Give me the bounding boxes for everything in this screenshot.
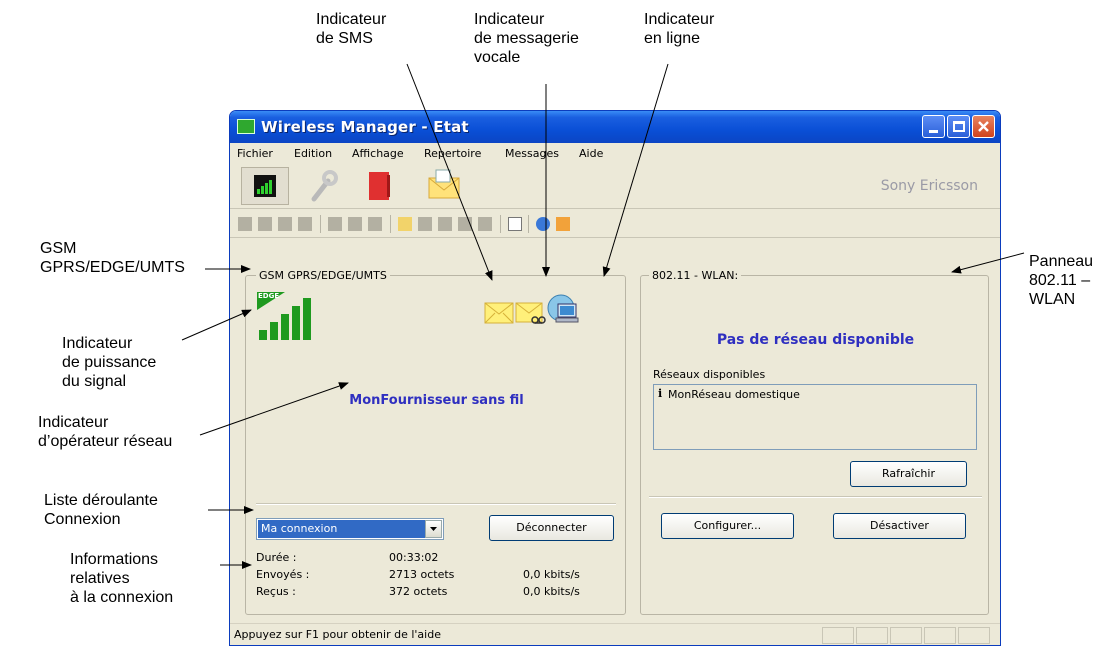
status-cell [924, 627, 956, 644]
phonebook-button[interactable] [362, 169, 396, 203]
status-cell [856, 627, 888, 644]
new-message-icon[interactable] [398, 217, 412, 231]
app-icon [237, 119, 255, 134]
cut-icon[interactable] [238, 217, 252, 231]
menu-aide[interactable]: Aide [579, 147, 603, 160]
available-networks-list[interactable]: i MonRéseau domestique [653, 384, 977, 450]
received-value: 372 octets [389, 585, 448, 598]
wrench-icon [311, 170, 338, 202]
close-icon [978, 121, 989, 132]
window-title: Wireless Manager - Etat [261, 118, 469, 136]
configure-button[interactable]: Configurer... [661, 513, 794, 539]
gsm-panel-title: GSM GPRS/EDGE/UMTS [256, 269, 390, 282]
duration-label: Durée : [256, 551, 297, 564]
paste-icon[interactable] [278, 217, 292, 231]
available-networks-label: Réseaux disponibles [653, 368, 766, 381]
toolbar-separator [528, 215, 529, 233]
reply-icon[interactable] [478, 217, 492, 231]
duration-value: 00:33:02 [389, 551, 439, 564]
minimize-button[interactable] [922, 115, 945, 138]
contact-edit-icon[interactable] [368, 217, 382, 231]
sent-rate: 0,0 kbits/s [523, 568, 580, 581]
status-cell [890, 627, 922, 644]
menu-bar: Fichier Edition Affichage Repertoire Mes… [230, 143, 1000, 163]
wlan-divider [649, 496, 982, 498]
maximize-button[interactable] [947, 115, 970, 138]
main-toolbar: Sony Ericsson [230, 163, 1000, 209]
info-icon: i [658, 387, 663, 400]
callout-operator-indicator: Indicateur d’opérateur réseau [38, 414, 173, 450]
title-bar[interactable]: Wireless Manager - Etat [230, 111, 1000, 143]
disconnect-button[interactable]: Déconnecter [489, 515, 614, 541]
signal-bar [259, 330, 267, 340]
dropdown-arrow-button[interactable] [425, 520, 442, 538]
connection-selected-value: Ma connexion [258, 520, 425, 538]
status-bar: Appuyez sur F1 pour obtenir de l'aide [230, 623, 1000, 645]
brand-logo: Sony Ericsson [880, 178, 978, 194]
sent-value: 2713 octets [389, 568, 455, 581]
sms-envelope-icon [484, 302, 514, 324]
outbox-icon[interactable] [438, 217, 452, 231]
operator-name: MonFournisseur sans fil [349, 393, 524, 408]
voicemail-icon [515, 302, 546, 324]
address-book-icon [369, 172, 390, 200]
callout-connection-info: Informations relatives à la connexion [70, 551, 174, 606]
menu-fichier[interactable]: Fichier [237, 147, 273, 160]
toolbar-separator [500, 215, 501, 233]
callout-sms-indicator: Indicateur de SMS [316, 11, 387, 47]
menu-repertoire[interactable]: Repertoire [424, 147, 481, 160]
menu-messages[interactable]: Messages [505, 147, 559, 160]
new-contact-icon[interactable] [328, 217, 342, 231]
callout-online-indicator: Indicateur en ligne [644, 11, 715, 47]
status-cell [822, 627, 854, 644]
close-button[interactable] [972, 115, 995, 138]
panel-divider [256, 503, 616, 505]
signal-status-icon [254, 175, 276, 197]
chevron-down-icon [430, 527, 437, 531]
copy-icon[interactable] [258, 217, 272, 231]
toolbar-separator [390, 215, 391, 233]
notes-icon[interactable] [508, 217, 522, 231]
browser-icon[interactable] [536, 217, 550, 231]
contact-group-icon[interactable] [348, 217, 362, 231]
callout-connection-list: Liste déroulante Connexion [44, 492, 158, 528]
signal-bar [281, 314, 289, 340]
connection-dropdown[interactable]: Ma connexion [256, 518, 444, 540]
signal-bar [303, 298, 311, 340]
wireless-manager-window: Wireless Manager - Etat Fichier Edition … [229, 110, 1001, 646]
inbox-icon[interactable] [418, 217, 432, 231]
wlan-panel: 802.11 - WLAN: Pas de réseau disponible … [640, 269, 989, 615]
menu-affichage[interactable]: Affichage [352, 147, 404, 160]
wlan-status-headline: Pas de réseau disponible [716, 332, 915, 348]
callout-signal-indicator: Indicateur de puissance du signal [62, 335, 157, 390]
sent-icon[interactable] [458, 217, 472, 231]
status-text: Appuyez sur F1 pour obtenir de l'aide [234, 628, 441, 641]
settings-button[interactable] [306, 169, 340, 203]
callout-voicemail-indicator: Indicateur de messagerie vocale [474, 11, 579, 66]
status-cell [958, 627, 990, 644]
sent-label: Envoyés : [256, 568, 310, 581]
online-globe-icon [547, 294, 579, 323]
disable-button[interactable]: Désactiver [833, 513, 966, 539]
callout-gsm: GSM GPRS/EDGE/UMTS [40, 240, 185, 276]
messages-button[interactable] [426, 169, 460, 203]
wlan-panel-title: 802.11 - WLAN: [649, 269, 742, 282]
signal-bar [270, 322, 278, 340]
network-type-badge: EDGE [258, 292, 280, 300]
received-label: Reçus : [256, 585, 296, 598]
status-view-button[interactable] [241, 167, 289, 205]
sync-icon[interactable] [556, 217, 570, 231]
signal-bar [292, 306, 300, 340]
menu-edition[interactable]: Edition [294, 147, 332, 160]
toolbar-separator [320, 215, 321, 233]
delete-icon[interactable] [298, 217, 312, 231]
network-list-item[interactable]: MonRéseau domestique [668, 388, 800, 401]
callout-wlan-panel: Panneau 802.11 – WLAN [1029, 253, 1094, 308]
received-rate: 0,0 kbits/s [523, 585, 580, 598]
refresh-button[interactable]: Rafraîchir [850, 461, 967, 487]
gsm-panel: GSM GPRS/EDGE/UMTS EDGE MonFournisseur s… [245, 269, 626, 615]
secondary-toolbar [230, 210, 1000, 238]
message-envelope-icon [428, 169, 460, 199]
